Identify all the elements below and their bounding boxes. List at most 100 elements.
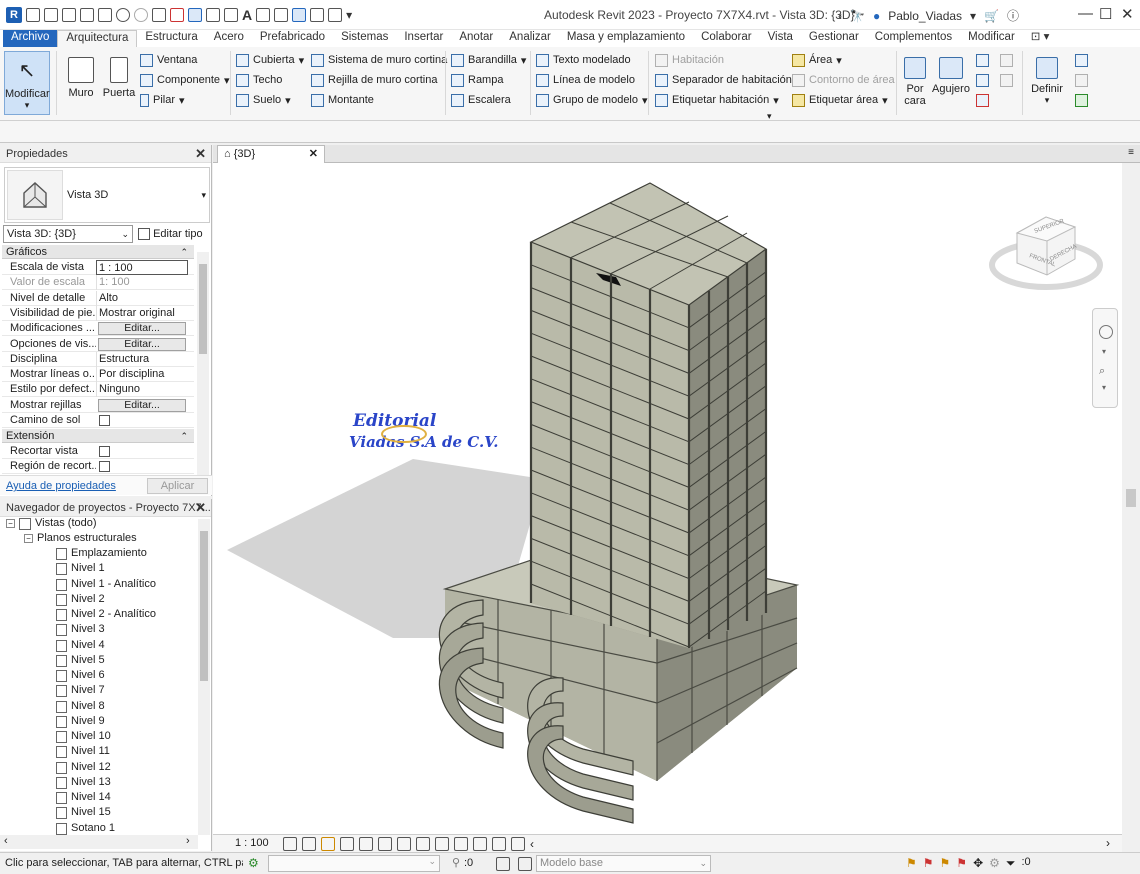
by-face-button[interactable]: Por cara xyxy=(898,51,932,115)
section-graficos[interactable]: Gráficos ⌃ xyxy=(2,245,194,259)
pdf-icon[interactable] xyxy=(170,8,184,22)
render-icon[interactable] xyxy=(359,837,373,851)
workset-select[interactable]: ⌄ xyxy=(268,855,440,872)
tree-item-view[interactable]: Nivel 1 - Analítico xyxy=(56,577,156,592)
ref-plane-icon[interactable] xyxy=(1075,71,1088,89)
close-hidden-icon[interactable] xyxy=(310,8,325,22)
arrow-left-icon[interactable]: ‹ xyxy=(838,9,842,23)
model-group-button[interactable]: Grupo de modelo ▾ xyxy=(536,91,648,109)
design-options-icon-2[interactable] xyxy=(518,857,532,871)
puerta-button[interactable]: Puerta xyxy=(96,51,142,115)
cart-icon[interactable]: 🛒 xyxy=(984,9,999,23)
set-workplane-button[interactable]: Definir ▾ xyxy=(1026,51,1068,115)
analytical-icon[interactable] xyxy=(473,837,487,851)
arrow-left-icon[interactable]: ‹ xyxy=(4,835,8,847)
undo-icon[interactable] xyxy=(116,8,130,22)
tree-item-view[interactable]: Nivel 15 xyxy=(56,805,111,820)
techo-button[interactable]: Techo xyxy=(236,71,282,89)
binoculars-icon[interactable]: 🔭 xyxy=(850,9,865,23)
select-pinned-icon[interactable]: ⚑ xyxy=(940,856,951,871)
model-text-button[interactable]: Texto modelado xyxy=(536,51,631,69)
lock-view-icon[interactable] xyxy=(416,837,430,851)
crop-icon[interactable] xyxy=(378,837,392,851)
type-selector[interactable]: Vista 3D ▾ xyxy=(4,167,210,223)
rampa-button[interactable]: Rampa xyxy=(451,71,503,89)
scrollbar-thumb[interactable] xyxy=(199,264,207,354)
escalera-button[interactable]: Escalera xyxy=(451,91,511,109)
detail-level-icon[interactable] xyxy=(283,837,297,851)
curtain-grid-button[interactable]: Rejilla de muro cortina xyxy=(311,71,437,89)
tab-masa[interactable]: Masa y emplazamiento xyxy=(559,30,693,47)
grid-icon[interactable] xyxy=(1000,71,1013,89)
tag-icon[interactable] xyxy=(224,8,238,22)
print-icon[interactable] xyxy=(152,8,166,22)
dimension-icon[interactable] xyxy=(206,8,220,22)
reveal-hidden-icon[interactable] xyxy=(454,837,468,851)
tab-colaborar[interactable]: Colaborar xyxy=(693,30,760,47)
close-icon[interactable]: ✕ xyxy=(1121,5,1134,23)
curtain-system-button[interactable]: Sistema de muro cortina xyxy=(311,51,447,69)
measure-icon[interactable] xyxy=(188,8,202,22)
select-by-face-icon[interactable]: ⚑ xyxy=(956,856,967,871)
arrow-right-icon[interactable]: › xyxy=(186,835,190,847)
chevron-down-icon[interactable]: ▾ xyxy=(1102,347,1106,356)
shaft-button[interactable]: Agujero xyxy=(930,51,972,115)
pilar-button[interactable]: Pilar ▾ xyxy=(140,91,185,109)
prop-edit-button[interactable]: Editar... xyxy=(98,322,186,335)
tree-item-view[interactable]: Emplazamiento xyxy=(56,546,147,561)
tab-menu-icon[interactable]: ≡ xyxy=(1128,147,1134,158)
chevron-down-icon[interactable]: ▾ xyxy=(970,9,976,23)
minimize-icon[interactable]: — xyxy=(1078,5,1093,22)
filter-icon[interactable]: ⏷ xyxy=(1006,856,1016,871)
tab-sistemas[interactable]: Sistemas xyxy=(333,30,396,47)
tab-anotar[interactable]: Anotar xyxy=(451,30,501,47)
zoom-icon[interactable]: ⌕ xyxy=(1099,365,1105,378)
sun-path-icon[interactable] xyxy=(321,837,335,851)
highlight-icon[interactable] xyxy=(492,837,506,851)
wall-opening-icon[interactable] xyxy=(976,51,989,69)
section-extension[interactable]: Extensión ⌃ xyxy=(2,429,194,443)
constraints-icon[interactable] xyxy=(511,837,525,851)
3d-viewport[interactable]: Editorial Viadas S.A de C.V. FRONTAL DER… xyxy=(213,163,1128,834)
3d-view-icon[interactable] xyxy=(256,8,271,22)
tree-item-view[interactable]: Nivel 2 - Analítico xyxy=(56,607,156,622)
select-underlay-icon[interactable]: ⚑ xyxy=(923,856,934,871)
tree-item-view[interactable]: Nivel 4 xyxy=(56,638,105,653)
properties-help-link[interactable]: Ayuda de propiedades xyxy=(6,480,116,492)
modify-button[interactable]: ↖ Modificar ▾ xyxy=(4,51,50,115)
redo-icon[interactable] xyxy=(134,8,148,22)
visual-style-icon[interactable] xyxy=(302,837,316,851)
tree-item-view[interactable]: Nivel 9 xyxy=(56,714,105,729)
tab-estructura[interactable]: Estructura xyxy=(137,30,205,47)
workset-icon[interactable]: ⚙ xyxy=(248,856,259,870)
help-icon[interactable]: ⓘ xyxy=(1007,7,1019,24)
new-file-icon[interactable] xyxy=(44,8,58,22)
tree-item-view[interactable]: Nivel 6 xyxy=(56,668,105,683)
tag-area-button[interactable]: Etiquetar área ▾ xyxy=(792,91,888,109)
model-line-button[interactable]: Línea de modelo xyxy=(536,71,635,89)
close-icon[interactable]: ✕ xyxy=(195,145,206,163)
tree-item-view[interactable]: Nivel 14 xyxy=(56,790,111,805)
chevron-down-icon[interactable]: ▾ xyxy=(1102,383,1106,392)
maximize-icon[interactable]: ☐ xyxy=(1099,5,1112,23)
arrow-left-icon[interactable]: ‹ xyxy=(530,837,534,851)
room-button[interactable]: Habitación xyxy=(655,51,724,69)
tab-archivo[interactable]: Archivo xyxy=(3,30,58,47)
tab-gestionar[interactable]: Gestionar xyxy=(801,30,867,47)
dormer-icon[interactable] xyxy=(976,91,989,109)
scrollbar-thumb[interactable] xyxy=(200,531,208,681)
ribbon-toggle-icon[interactable]: ⊡ ▾ xyxy=(1023,30,1058,47)
tab-vista[interactable]: Vista xyxy=(760,30,801,47)
apply-button[interactable]: Aplicar xyxy=(147,478,208,494)
text-icon[interactable]: A xyxy=(242,7,252,23)
tree-item-view[interactable]: Nivel 13 xyxy=(56,775,111,790)
edit-type-button[interactable]: Editar tipo xyxy=(138,225,203,243)
area-boundary-button[interactable]: Contorno de área xyxy=(792,71,895,89)
tree-item-view[interactable]: Nivel 10 xyxy=(56,729,111,744)
sun-path-checkbox[interactable] xyxy=(99,415,110,426)
show-workplane-icon[interactable] xyxy=(1075,51,1088,69)
tree-item-view[interactable]: Nivel 11 xyxy=(56,744,110,759)
tab-acero[interactable]: Acero xyxy=(206,30,252,47)
tab-prefabricado[interactable]: Prefabricado xyxy=(252,30,333,47)
thin-lines-icon[interactable] xyxy=(292,8,307,22)
